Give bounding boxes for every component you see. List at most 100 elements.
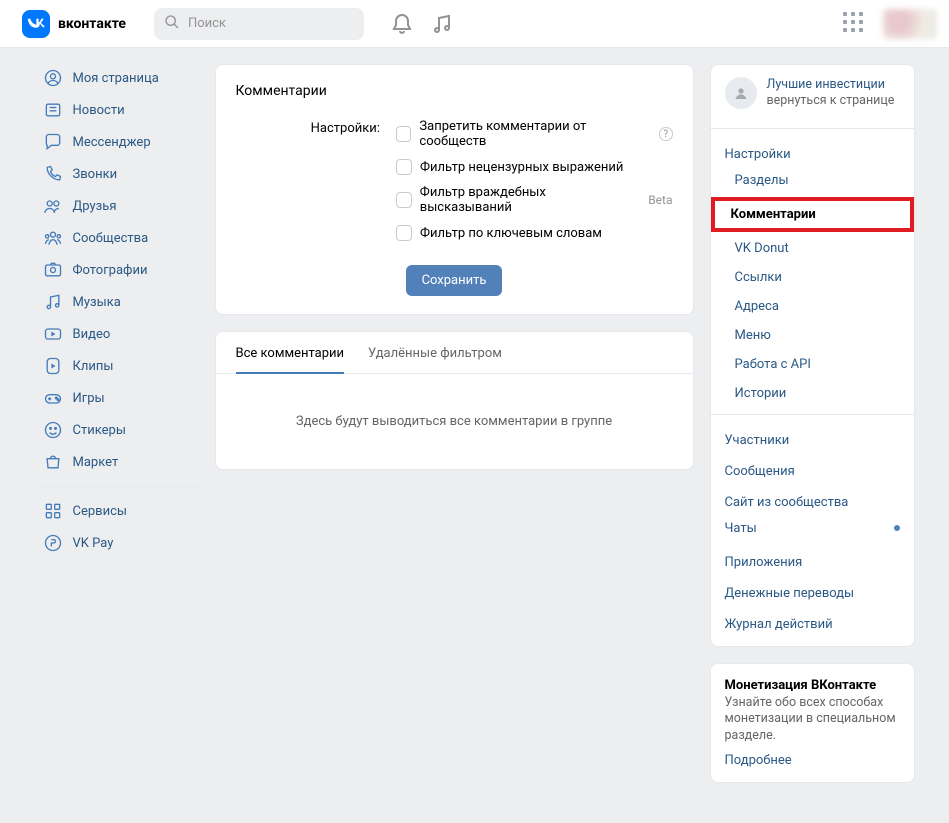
option-hostility-filter[interactable]: Фильтр враждебных высказываний Beta	[396, 185, 673, 215]
sidebar-item-chats[interactable]: Чаты	[711, 514, 914, 543]
nav-friends[interactable]: Друзья	[35, 190, 199, 222]
nav-video[interactable]: Видео	[35, 318, 199, 350]
search-box[interactable]	[154, 8, 364, 40]
vkpay-icon	[43, 533, 63, 553]
left-nav: Моя страница Новости Мессенджер Звонки Д…	[35, 56, 199, 783]
sidebar-item-label: Сайт из сообщества	[725, 495, 849, 510]
nav-market[interactable]: Маркет	[35, 446, 199, 478]
nav-separator	[35, 486, 199, 487]
search-icon	[164, 14, 180, 34]
nav-label: Сервисы	[73, 504, 128, 519]
nav-vkpay[interactable]: VK Pay	[35, 527, 199, 559]
checkbox-icon	[396, 192, 412, 208]
nav-music[interactable]: Музыка	[35, 286, 199, 318]
music-icon	[43, 292, 63, 312]
checkbox-icon	[396, 225, 412, 241]
nav-calls[interactable]: Звонки	[35, 158, 199, 190]
nav-label: Звонки	[73, 167, 118, 182]
sidebar-item-label: Журнал действий	[725, 617, 833, 632]
vk-logo-icon	[22, 10, 50, 38]
nav-label: Моя страница	[73, 71, 159, 86]
option-label: Запретить комментарии от сообществ	[419, 119, 647, 149]
nav-label: Сообщества	[73, 231, 149, 246]
help-icon[interactable]: ?	[659, 127, 673, 141]
settings-label: Настройки:	[236, 119, 380, 241]
option-keyword-filter[interactable]: Фильтр по ключевым словам	[396, 225, 673, 241]
nav-label: Игры	[73, 391, 105, 406]
photos-icon	[43, 260, 63, 280]
sidebar-item-payments[interactable]: Денежные переводы	[711, 574, 914, 605]
monetization-title: Монетизация ВКонтакте	[725, 678, 900, 693]
nav-photos[interactable]: Фотографии	[35, 254, 199, 286]
sidebar-item-sections[interactable]: Разделы	[711, 166, 914, 195]
option-label: Фильтр нецензурных выражений	[420, 160, 623, 175]
header: вконтакте	[0, 0, 949, 48]
option-label: Фильтр враждебных высказываний	[420, 185, 638, 215]
monetization-text: Узнайте обо всех способах монетизации в …	[725, 695, 900, 746]
services-icon	[43, 501, 63, 521]
nav-communities[interactable]: Сообщества	[35, 222, 199, 254]
logo[interactable]: вконтакте	[22, 10, 126, 38]
sidebar-item-links[interactable]: Ссылки	[711, 263, 914, 292]
community-back-link: вернуться к странице	[767, 93, 895, 109]
checkbox-icon	[396, 126, 411, 142]
sidebar-item-addresses[interactable]: Адреса	[711, 292, 914, 321]
empty-state-text: Здесь будут выводиться все комментарии в…	[216, 374, 693, 469]
sidebar-item-website[interactable]: Сайт из сообщества	[711, 483, 914, 514]
tab-deleted-comments[interactable]: Удалённые фильтром	[368, 346, 502, 373]
stickers-icon	[43, 420, 63, 440]
sidebar-item-apps[interactable]: Приложения	[711, 543, 914, 574]
market-icon	[43, 452, 63, 472]
sidebar-item-label: Работа с API	[735, 357, 811, 372]
tab-all-comments[interactable]: Все комментарии	[236, 346, 345, 373]
nav-services[interactable]: Сервисы	[35, 495, 199, 527]
sidebar-item-label: Приложения	[725, 555, 803, 570]
nav-messenger[interactable]: Мессенджер	[35, 126, 199, 158]
nav-label: Новости	[73, 103, 125, 118]
sidebar-item-label: Меню	[735, 328, 771, 343]
sidebar-item-api[interactable]: Работа с API	[711, 350, 914, 379]
option-block-community-comments[interactable]: Запретить комментарии от сообществ ?	[396, 119, 673, 149]
comments-tabs: Все комментарии Удалённые фильтром	[216, 332, 693, 374]
messenger-icon	[43, 132, 63, 152]
sidebar-item-label: Комментарии	[731, 207, 816, 222]
nav-label: Маркет	[73, 455, 119, 470]
sidebar-item-messages[interactable]: Сообщения	[711, 452, 914, 483]
sidebar-item-members[interactable]: Участники	[711, 421, 914, 452]
nav-games[interactable]: Игры	[35, 382, 199, 414]
nav-my-page[interactable]: Моя страница	[35, 62, 199, 94]
monetization-more-link[interactable]: Подробнее	[725, 753, 792, 768]
sidebar-item-label: Денежные переводы	[725, 586, 855, 601]
sidebar-settings-header[interactable]: Настройки	[711, 135, 914, 166]
beta-badge: Beta	[648, 193, 672, 207]
search-input[interactable]	[188, 16, 354, 31]
notifications-button[interactable]	[382, 4, 422, 44]
sidebar-item-label: VK Donut	[735, 241, 789, 256]
nav-news[interactable]: Новости	[35, 94, 199, 126]
sidebar-item-vkdonut[interactable]: VK Donut	[711, 234, 914, 263]
services-grid-button[interactable]	[843, 12, 867, 36]
current-user-avatar[interactable]	[883, 9, 937, 39]
sidebar-item-label: Участники	[725, 433, 790, 448]
sidebar-item-menu[interactable]: Меню	[711, 321, 914, 350]
sidebar-item-label: Ссылки	[735, 270, 782, 285]
video-icon	[43, 324, 63, 344]
nav-clips[interactable]: Клипы	[35, 350, 199, 382]
sidebar-item-stories[interactable]: Истории	[711, 379, 914, 408]
sidebar-item-comments[interactable]: Комментарии	[711, 197, 914, 232]
option-profanity-filter[interactable]: Фильтр нецензурных выражений	[396, 159, 673, 175]
right-column: Лучшие инвестиции вернуться к странице Н…	[710, 56, 915, 783]
brand-text: вконтакте	[58, 16, 126, 32]
sidebar-item-log[interactable]: Журнал действий	[711, 605, 914, 646]
nav-stickers[interactable]: Стикеры	[35, 414, 199, 446]
nav-label: Стикеры	[73, 423, 126, 438]
side-separator	[711, 414, 914, 415]
checkbox-icon	[396, 159, 412, 175]
music-button[interactable]	[422, 4, 462, 44]
monetization-card: Монетизация ВКонтакте Узнайте обо всех с…	[710, 663, 915, 784]
save-button[interactable]: Сохранить	[406, 265, 503, 296]
community-avatar-icon	[725, 77, 757, 109]
nav-label: VK Pay	[73, 536, 114, 551]
nav-label: Фотографии	[73, 263, 148, 278]
community-link[interactable]: Лучшие инвестиции вернуться к странице	[711, 65, 914, 122]
